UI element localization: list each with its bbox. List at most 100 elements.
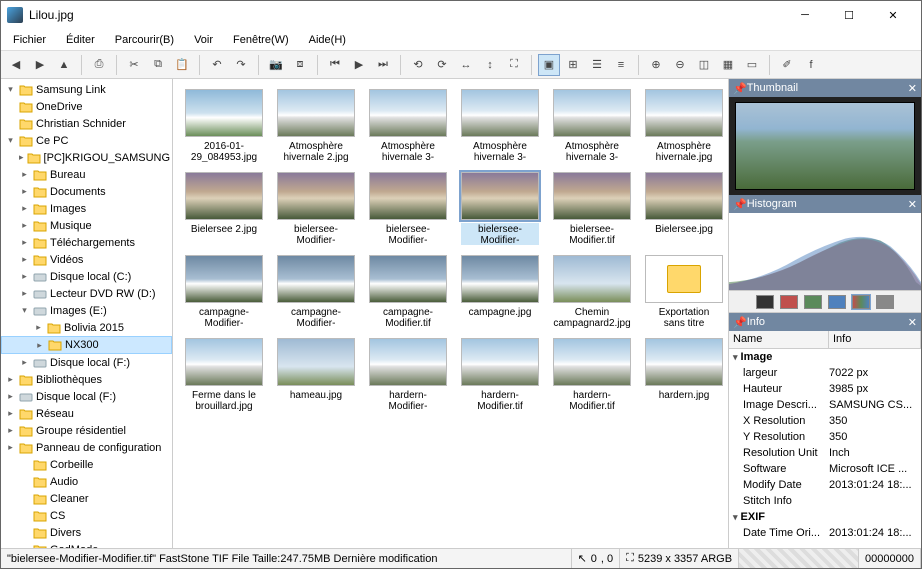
view-icons-button[interactable]: ⊞: [562, 54, 584, 76]
thumbnail-item[interactable]: bielersee-Modifier.tif: [553, 172, 631, 245]
maximize-button[interactable]: ☐: [827, 1, 871, 29]
expand-icon[interactable]: ▾: [5, 135, 16, 146]
flip-h-button[interactable]: ↔: [455, 54, 477, 76]
cut-button[interactable]: ✂: [123, 54, 145, 76]
thumbnail-item[interactable]: Chemin campagnard2.jpg: [553, 255, 631, 328]
thumbnail-item[interactable]: Atmosphère hivernale 3-Modi...: [553, 89, 631, 162]
menu-aideh[interactable]: Aide(H): [301, 32, 354, 48]
expand-icon[interactable]: ▸: [5, 442, 16, 453]
thumbnail-item[interactable]: hardern-Modifier-Modifier.tif: [369, 338, 447, 411]
view-detail-button[interactable]: ≡: [610, 54, 632, 76]
close-button[interactable]: ✕: [871, 1, 915, 29]
thumbnail-item[interactable]: campagne-Modifier-Modifier-2.tif: [185, 255, 263, 328]
camera-button[interactable]: 📷: [265, 54, 287, 76]
tree-node[interactable]: CS: [1, 507, 172, 524]
pin-icon[interactable]: 📌: [733, 316, 747, 329]
expand-icon[interactable]: ▾: [5, 84, 16, 95]
expand-icon[interactable]: ▸: [19, 203, 30, 214]
menu-fentrew[interactable]: Fenêtre(W): [225, 32, 297, 48]
thumbnail-item[interactable]: Bielersee.jpg: [645, 172, 723, 245]
tree-node[interactable]: ▾Ce PC: [1, 132, 172, 149]
expand-icon[interactable]: [19, 476, 30, 487]
tree-node[interactable]: GodMode: [1, 541, 172, 548]
expand-icon[interactable]: ▸: [5, 391, 16, 402]
tree-node[interactable]: ▸[PC]KRIGOU_SAMSUNG: [1, 149, 172, 166]
expand-icon[interactable]: ▸: [19, 237, 30, 248]
info-section[interactable]: Image: [729, 349, 921, 365]
tree-node[interactable]: Christian Schnider: [1, 115, 172, 132]
first-button[interactable]: ⏮: [324, 54, 346, 76]
zoom-out-button[interactable]: ⊖: [669, 54, 691, 76]
thumbnail-item[interactable]: bielersee-Modifier-Modifier.tif: [461, 172, 539, 245]
tree-node[interactable]: ▾Images (E:): [1, 302, 172, 319]
undo-button[interactable]: ↶: [206, 54, 228, 76]
tree-node[interactable]: ▸NX300: [1, 336, 172, 354]
menu-parcourirb[interactable]: Parcourir(B): [107, 32, 182, 48]
paste-button[interactable]: 📋: [171, 54, 193, 76]
tree-node[interactable]: ▾Samsung Link: [1, 81, 172, 98]
thumbnail-item[interactable]: Atmosphère hivernale 3-Modi...: [369, 89, 447, 162]
redo-button[interactable]: ↷: [230, 54, 252, 76]
expand-icon[interactable]: [5, 101, 16, 112]
expand-icon[interactable]: ▸: [19, 152, 24, 163]
back-button[interactable]: ◀: [5, 54, 27, 76]
tree-node[interactable]: ▸Panneau de configuration: [1, 439, 172, 456]
close-icon[interactable]: ✕: [908, 316, 917, 329]
channel-rgb[interactable]: [852, 295, 870, 309]
expand-icon[interactable]: [19, 459, 30, 470]
tree-node[interactable]: ▸Réseau: [1, 405, 172, 422]
channel-lum[interactable]: [756, 295, 774, 309]
thumbnail-item[interactable]: Ferme dans le brouillard.jpg: [185, 338, 263, 411]
expand-icon[interactable]: ▸: [19, 186, 30, 197]
fb-button[interactable]: f: [800, 54, 822, 76]
full-button[interactable]: ▦: [717, 54, 739, 76]
zoom-in-button[interactable]: ⊕: [645, 54, 667, 76]
tree-node[interactable]: Divers: [1, 524, 172, 541]
thumbnail-item[interactable]: hameau.jpg: [277, 338, 355, 411]
thumbnail-item[interactable]: hardern.jpg: [645, 338, 723, 411]
thumbnail-item[interactable]: Bielersee 2.jpg: [185, 172, 263, 245]
tree-node[interactable]: ▸Vidéos: [1, 251, 172, 268]
tree-node[interactable]: Cleaner: [1, 490, 172, 507]
expand-icon[interactable]: ▸: [34, 340, 45, 351]
pin-icon[interactable]: 📌: [733, 198, 747, 211]
close-icon[interactable]: ✕: [908, 198, 917, 211]
expand-icon[interactable]: ▸: [5, 374, 16, 385]
expand-icon[interactable]: ▸: [19, 254, 30, 265]
thumbnail-item[interactable]: Atmosphère hivernale 3-Modi...: [461, 89, 539, 162]
tree-node[interactable]: ▸Disque local (F:): [1, 388, 172, 405]
crop-button[interactable]: ✐: [776, 54, 798, 76]
tree-node[interactable]: ▸Téléchargements: [1, 234, 172, 251]
rotate-l-button[interactable]: ⟲: [407, 54, 429, 76]
last-button[interactable]: ⏭: [372, 54, 394, 76]
view-list-button[interactable]: ☰: [586, 54, 608, 76]
channel-g[interactable]: [804, 295, 822, 309]
expand-icon[interactable]: ▾: [19, 305, 30, 316]
thumbnail-item[interactable]: hardern-Modifier.tif: [553, 338, 631, 411]
slide-button[interactable]: ▭: [741, 54, 763, 76]
up-button[interactable]: ▲: [53, 54, 75, 76]
thumbnail-item[interactable]: campagne.jpg: [461, 255, 539, 328]
fwd-button[interactable]: ▶: [29, 54, 51, 76]
channel-r[interactable]: [780, 295, 798, 309]
expand-icon[interactable]: [19, 510, 30, 521]
resize-button[interactable]: ⛶: [503, 54, 525, 76]
expand-icon[interactable]: ▸: [19, 288, 30, 299]
print-button[interactable]: ⎙: [88, 54, 110, 76]
thumbnail-item[interactable]: Exportation sans titre: [645, 255, 723, 328]
tree-node[interactable]: Corbeille: [1, 456, 172, 473]
tree-node[interactable]: ▸Images: [1, 200, 172, 217]
view-single-button[interactable]: ▣: [538, 54, 560, 76]
tree-node[interactable]: ▸Disque local (C:): [1, 268, 172, 285]
minimize-button[interactable]: ─: [783, 1, 827, 29]
tree-node[interactable]: ▸Disque local (F:): [1, 354, 172, 371]
tree-node[interactable]: ▸Documents: [1, 183, 172, 200]
play-button[interactable]: ▶: [348, 54, 370, 76]
tree-node[interactable]: ▸Bolivia 2015: [1, 319, 172, 336]
close-icon[interactable]: ✕: [908, 82, 917, 95]
thumbnail-item[interactable]: campagne-Modifier-Modifier.tif: [277, 255, 355, 328]
expand-icon[interactable]: [5, 118, 16, 129]
rotate-r-button[interactable]: ⟳: [431, 54, 453, 76]
copy-button[interactable]: ⧉: [147, 54, 169, 76]
channel-b[interactable]: [828, 295, 846, 309]
